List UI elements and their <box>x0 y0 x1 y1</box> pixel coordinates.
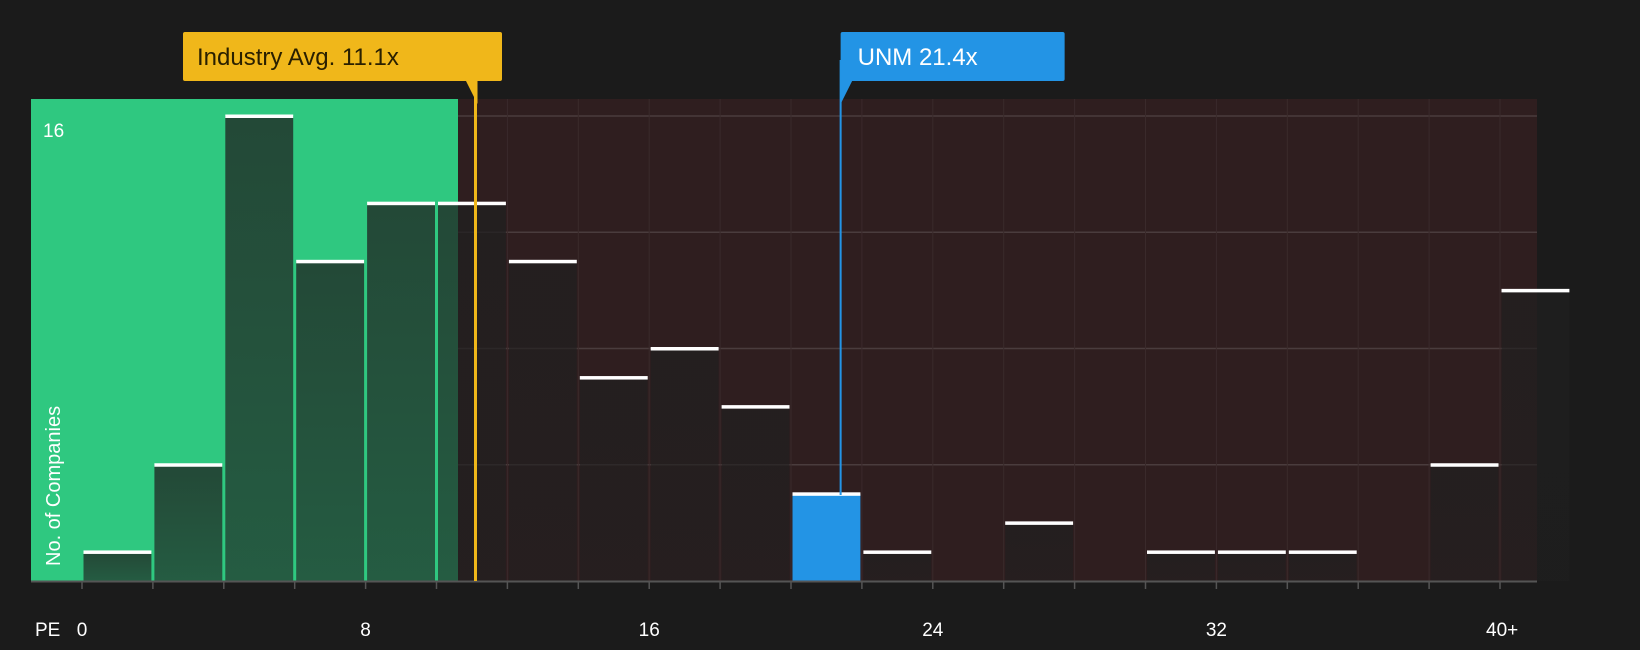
histogram-bar-top <box>1501 288 1570 293</box>
histogram-bar <box>83 551 152 581</box>
histogram-bar-top <box>1288 550 1357 554</box>
histogram-bar-top <box>579 376 648 380</box>
histogram-bar-top <box>1430 463 1499 467</box>
histogram-bar <box>1147 551 1215 581</box>
histogram-bar <box>367 203 435 581</box>
histogram-bar-top <box>863 550 932 554</box>
x-tick-label: 0 <box>77 620 88 641</box>
histogram-bar <box>721 406 790 581</box>
industry-average-label: Industry Avg. 11.1x <box>197 44 399 71</box>
y-tick-label: 16 <box>43 121 64 142</box>
company-pe-label: UNM 21.4x <box>858 44 978 71</box>
histogram-bar-top <box>438 201 506 206</box>
x-tick-label: 8 <box>360 620 371 641</box>
histogram-bar-top <box>367 201 435 206</box>
histogram-bar <box>1501 290 1570 581</box>
histogram-bar <box>579 377 648 581</box>
y-axis-title: No. of Companies <box>43 406 65 566</box>
histogram-bar-top <box>225 114 294 118</box>
x-tick-label: 40+ <box>1486 620 1518 641</box>
x-tick-label: 24 <box>922 620 944 641</box>
histogram-bar <box>1005 522 1074 581</box>
histogram-bar <box>792 493 861 581</box>
x-tick-label: 32 <box>1206 620 1227 641</box>
histogram-bar-top <box>296 259 365 264</box>
histogram-bar <box>1288 551 1357 581</box>
histogram-bar-top <box>650 347 719 351</box>
histogram-bar-top <box>83 550 152 554</box>
histogram-bar-top <box>721 405 790 409</box>
histogram-bar <box>863 551 932 581</box>
histogram-bar <box>225 116 294 581</box>
pe-histogram-chart: PE 0 8 16 24 32 40+ 16 No. of Companies Industry… <box>31 32 1570 641</box>
histogram-bar <box>650 348 719 581</box>
histogram-bar-top <box>154 463 223 467</box>
x-tick-label: 16 <box>639 620 660 641</box>
histogram-bar <box>1430 464 1499 581</box>
histogram-bar <box>154 464 223 581</box>
histogram-bar <box>438 203 506 581</box>
histogram-bar-top <box>1005 521 1074 525</box>
histogram-bar <box>508 261 577 581</box>
histogram-bar-top <box>508 259 577 264</box>
histogram-bar <box>296 261 365 581</box>
histogram-bar <box>1217 551 1286 581</box>
histogram-bar-top <box>792 492 861 496</box>
histogram-bar-top <box>1217 550 1286 554</box>
x-axis-title: PE <box>35 620 60 641</box>
histogram-bar-top <box>1147 550 1215 554</box>
